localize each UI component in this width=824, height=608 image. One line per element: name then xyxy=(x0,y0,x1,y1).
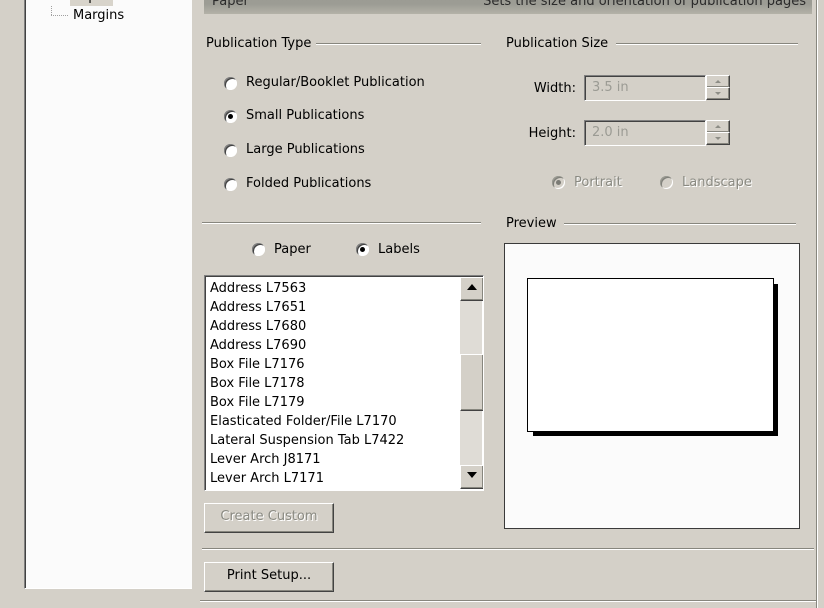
list-item[interactable]: Address L7651 xyxy=(207,298,459,317)
publication-type-group-label: Publication Type xyxy=(202,36,316,51)
preview-page xyxy=(527,278,774,432)
media-kind-separator-rule xyxy=(202,222,481,224)
navigation-tree[interactable]: Paper Margins xyxy=(24,0,202,589)
radio-paper[interactable] xyxy=(252,243,265,256)
width-stepper-down-button[interactable] xyxy=(706,87,730,100)
height-stepper[interactable] xyxy=(706,120,730,145)
radio-label-landscape[interactable]: Landscape xyxy=(682,175,752,190)
triangle-up-icon xyxy=(715,125,721,128)
pane-header-title: Paper xyxy=(212,0,249,9)
list-item[interactable]: Address L7680 xyxy=(207,317,459,336)
pane-header: Paper Sets the size and orientation of p… xyxy=(204,0,812,14)
label-list-scrollbar[interactable] xyxy=(460,277,483,489)
pane-right-edge xyxy=(816,0,818,608)
list-item[interactable]: Lever Arch L7171 xyxy=(207,469,459,488)
radio-label-folded-publications[interactable]: Folded Publications xyxy=(246,176,371,191)
label-list[interactable]: Address L7563 Address L7651 Address L768… xyxy=(204,275,484,491)
tree-dotted-line-icon xyxy=(51,15,68,16)
triangle-up-icon xyxy=(715,80,721,83)
print-setup-button[interactable]: Print Setup... xyxy=(204,562,334,592)
tree-item-margins[interactable]: Margins xyxy=(25,6,201,25)
triangle-down-icon xyxy=(467,472,477,478)
list-item[interactable]: Address L7690 xyxy=(207,336,459,355)
create-custom-button[interactable]: Create Custom xyxy=(204,503,334,533)
paper-settings-dialog: Paper Margins Paper Sets the size and or… xyxy=(0,0,824,608)
scrollbar-thumb[interactable] xyxy=(460,354,483,411)
width-field-label: Width: xyxy=(533,81,576,96)
list-item[interactable]: Box File L7176 xyxy=(207,355,459,374)
radio-label-regular-booklet-publication[interactable]: Regular/Booklet Publication xyxy=(246,75,425,90)
list-item[interactable]: Address L7563 xyxy=(207,279,459,298)
radio-dot-icon xyxy=(556,180,561,185)
pane-bottom-edge xyxy=(200,600,816,602)
list-item[interactable]: Lever Arch J8171 xyxy=(207,450,459,469)
label-list-items: Address L7563 Address L7651 Address L768… xyxy=(207,279,459,490)
preview-group-label: Preview xyxy=(502,216,561,231)
button-separator-rule xyxy=(202,548,814,550)
width-stepper[interactable] xyxy=(706,75,730,100)
publication-size-group-rule xyxy=(616,43,798,45)
radio-regular-booklet-publication[interactable] xyxy=(224,77,237,90)
radio-labels[interactable] xyxy=(356,243,369,256)
radio-label-large-publications[interactable]: Large Publications xyxy=(246,142,365,157)
list-item[interactable]: Box File L7178 xyxy=(207,374,459,393)
triangle-down-icon xyxy=(715,137,721,140)
publication-size-group-label: Publication Size xyxy=(502,36,613,51)
pane-header-description: Sets the size and orientation of publica… xyxy=(483,0,806,9)
height-input[interactable]: 2.0 in xyxy=(584,120,706,146)
radio-large-publications[interactable] xyxy=(224,144,237,157)
scroll-down-button[interactable] xyxy=(460,465,483,489)
scroll-up-button[interactable] xyxy=(460,277,483,301)
list-item[interactable]: Box File L7179 xyxy=(207,393,459,412)
radio-portrait[interactable] xyxy=(552,176,565,189)
height-field-label: Height: xyxy=(528,126,576,141)
triangle-down-icon xyxy=(715,92,721,95)
radio-small-publications[interactable] xyxy=(224,110,237,123)
publication-type-group-rule xyxy=(316,43,481,45)
height-input-value: 2.0 in xyxy=(592,125,629,140)
radio-dot-icon xyxy=(228,114,233,119)
list-item[interactable]: Elasticated Folder/File L7170 xyxy=(207,412,459,431)
width-input[interactable]: 3.5 in xyxy=(584,75,706,101)
height-stepper-down-button[interactable] xyxy=(706,132,730,145)
radio-label-small-publications[interactable]: Small Publications xyxy=(246,108,364,123)
navigation-tree-panel: Paper Margins xyxy=(10,0,202,597)
radio-label-paper[interactable]: Paper xyxy=(274,242,311,257)
width-input-value: 3.5 in xyxy=(592,80,629,95)
radio-label-labels[interactable]: Labels xyxy=(378,242,420,257)
triangle-up-icon xyxy=(467,284,477,290)
tree-item-label-margins: Margins xyxy=(73,8,125,23)
list-item[interactable]: Spine L7167 xyxy=(207,488,459,490)
radio-dot-icon xyxy=(360,247,365,252)
radio-landscape[interactable] xyxy=(660,176,673,189)
settings-pane: Paper Sets the size and orientation of p… xyxy=(192,0,824,608)
preview-group-rule xyxy=(564,223,796,225)
radio-folded-publications[interactable] xyxy=(224,178,237,191)
radio-label-portrait[interactable]: Portrait xyxy=(574,175,622,190)
list-item[interactable]: Lateral Suspension Tab L7422 xyxy=(207,431,459,450)
page-preview xyxy=(504,243,800,529)
